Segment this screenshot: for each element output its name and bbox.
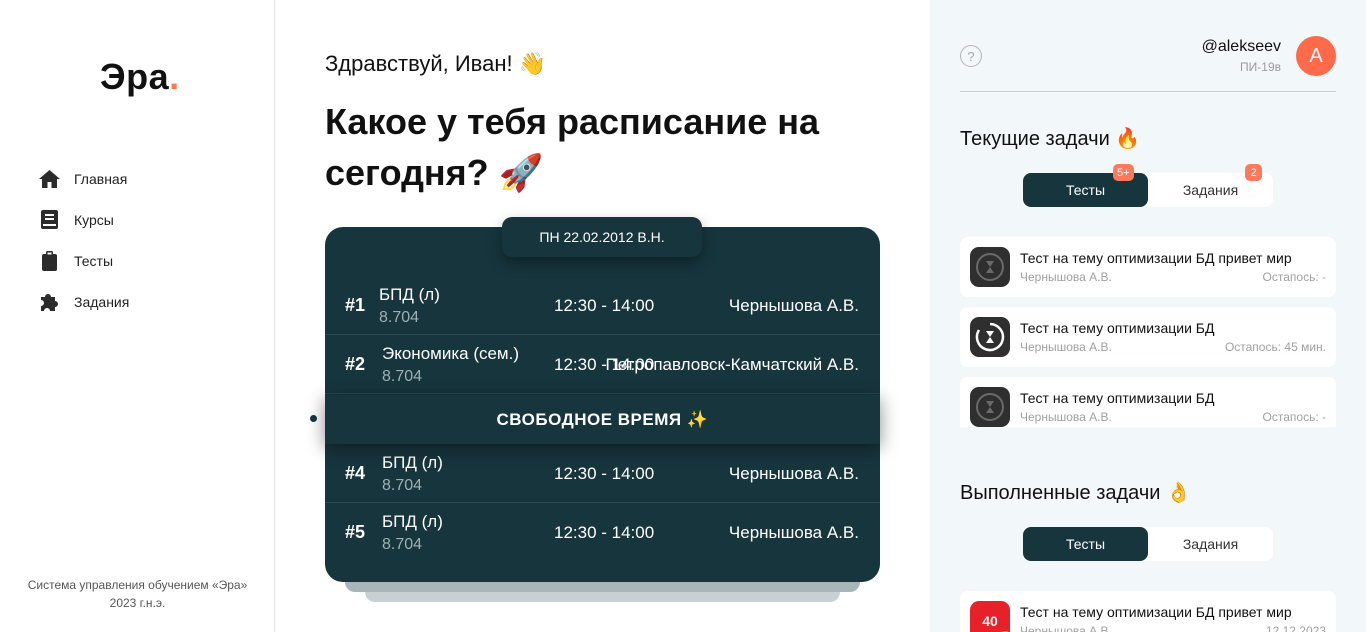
sidebar-item-label: Курсы	[74, 211, 114, 228]
sidebar-item-courses[interactable]: Курсы	[38, 199, 129, 240]
current-tasks-tabs: Тесты 5+ Задания 2	[1023, 164, 1273, 207]
tab-label: Задания	[1182, 536, 1239, 552]
timer-hourglass-icon	[970, 317, 1010, 357]
tab-tasks[interactable]: Задания	[1148, 527, 1273, 561]
lesson-subject: БПД (л)	[382, 453, 443, 472]
tab-tasks[interactable]: Задания 2	[1148, 164, 1273, 207]
task-item[interactable]: Тест на тему оптимизации БД Чернышова А.…	[960, 307, 1336, 367]
task-date: 12.12.2023	[1265, 624, 1326, 632]
schedule-row[interactable]: #5 БПД (л) 8.704 12:30 - 14:00 Чернышова…	[325, 503, 880, 562]
done-tasks-tabs: Тесты Задания	[1023, 527, 1273, 561]
sidebar-item-label: Главная	[74, 170, 128, 187]
current-tasks-title: Текущие задачи 🔥	[960, 128, 1141, 150]
right-panel: ? @alekseev ПИ-19в А Текущие задачи 🔥 Те…	[930, 0, 1366, 632]
user-group: ПИ-19в	[1240, 60, 1281, 74]
tab-label: Тесты	[1065, 536, 1106, 552]
hourglass-icon	[970, 247, 1010, 287]
divider	[960, 91, 1336, 92]
tab-label: Задания	[1182, 182, 1239, 198]
lesson-room: 8.704	[382, 536, 423, 553]
task-teacher: Чернышова А.В.	[1020, 340, 1112, 354]
footer-line: 2023 г.н.э.	[109, 596, 166, 610]
sidebar-nav: Главная Курсы Тесты Задания	[38, 158, 129, 322]
sidebar-item-tests[interactable]: Тесты	[38, 240, 129, 281]
help-icon[interactable]: ?	[960, 45, 982, 67]
score-badge: 40	[970, 601, 1012, 632]
schedule-row[interactable]: #2 Экономика (сем.) 8.704 12:30 - 14:00 …	[325, 335, 880, 394]
task-title: Тест на тему оптимизации БД	[1020, 390, 1215, 406]
sidebar-item-label: Тесты	[74, 252, 114, 269]
task-time-left: Остапось: -	[1262, 410, 1326, 424]
score-value: 40	[982, 613, 998, 629]
tests-count-badge: 5+	[1113, 164, 1134, 181]
sidebar: Эра. Главная Курсы Тесты Задания Система…	[0, 0, 275, 632]
tab-tests[interactable]: Тесты	[1023, 527, 1148, 561]
lesson-teacher: Чернышова А.В.	[728, 295, 859, 315]
lesson-time: 12:30 - 14:00	[554, 522, 655, 542]
lesson-room: 8.704	[382, 477, 423, 494]
logo[interactable]: Эра.	[100, 56, 180, 98]
task-teacher: Чернышова А.В.	[1020, 270, 1112, 284]
puzzle-icon	[38, 291, 60, 313]
lesson-number: #2	[345, 354, 366, 374]
lesson-time: 12:30 - 14:00	[554, 295, 655, 315]
done-tasks-title: Выполненные задачи 👌	[960, 482, 1191, 504]
task-title: Тест на тему оптимизации БД	[1020, 320, 1215, 336]
book-icon	[38, 209, 60, 231]
hourglass-icon	[970, 387, 1010, 427]
task-time-left: Остапось: -	[1262, 270, 1326, 284]
lesson-subject: БПД (л)	[382, 512, 443, 531]
task-time-left: Остапось: 45 мин.	[1224, 340, 1326, 354]
lesson-teacher-line: Камчатский А.В.	[730, 354, 859, 374]
lesson-teacher: Петропавловск- Камчатский А.В.	[606, 335, 859, 394]
lesson-time: 12:30 - 14:00	[554, 463, 655, 483]
sidebar-item-tasks[interactable]: Задания	[38, 281, 129, 322]
sidebar-footer: Система управления обучением «Эра» 2023 …	[0, 576, 275, 612]
footer-line: Система управления обучением «Эра»	[27, 578, 248, 592]
greeting: Здравствуй, Иван! 👋	[325, 51, 547, 76]
sidebar-item-home[interactable]: Главная	[38, 158, 129, 199]
task-item[interactable]: Тест на тему оптимизации БД привет мир Ч…	[960, 237, 1336, 297]
schedule-row[interactable]: #4 БПД (л) 8.704 12:30 - 14:00 Чернышова…	[325, 444, 880, 503]
schedule-row[interactable]: #1 БПД (л) 8.704 12:30 - 14:00 Чернышова…	[325, 276, 880, 335]
done-task-item[interactable]: 40 Тест на тему оптимизации БД привет ми…	[960, 591, 1336, 632]
tab-tests[interactable]: Тесты 5+	[1023, 164, 1148, 207]
lesson-subject: БПД (л)	[379, 285, 440, 304]
home-icon	[38, 168, 60, 190]
lesson-room: 8.704	[379, 309, 420, 326]
lesson-room: 8.704	[382, 368, 423, 385]
lesson-subject: Экономика (сем.)	[382, 344, 520, 363]
current-task-list: Тест на тему оптимизации БД привет мир Ч…	[960, 237, 1336, 427]
logo-text: Эра	[100, 56, 170, 97]
tasks-count-badge: 2	[1245, 164, 1262, 181]
free-time-band: СВОБОДНОЕ ВРЕМЯ ✨	[325, 395, 880, 444]
username: @alekseev	[1201, 38, 1281, 55]
lesson-number: #5	[345, 522, 366, 542]
lesson-teacher: Чернышова А.В.	[728, 522, 859, 542]
clipboard-icon	[38, 250, 60, 272]
task-item[interactable]: Тест на тему оптимизации БД Чернышова А.…	[960, 377, 1336, 427]
task-teacher: Чернышова А.В.	[1020, 410, 1112, 424]
tab-label: Тесты	[1065, 182, 1106, 198]
task-title: Тест на тему оптимизации БД привет мир	[1020, 604, 1292, 620]
avatar[interactable]: А	[1296, 36, 1336, 76]
lesson-teacher-line: Петропавловск-	[605, 354, 731, 374]
lesson-number: #1	[345, 295, 366, 315]
date-label: ПН 22.02.2012 В.Н.	[502, 217, 702, 257]
task-teacher: Чернышова А.В.	[1020, 624, 1112, 632]
task-title: Тест на тему оптимизации БД привет мир	[1020, 250, 1292, 266]
logo-dot: .	[169, 56, 180, 97]
sidebar-item-label: Задания	[74, 293, 130, 310]
done-task-list: 40 Тест на тему оптимизации БД привет ми…	[960, 591, 1336, 632]
main-content: Здравствуй, Иван! 👋 Какое у тебя расписа…	[276, 0, 930, 632]
page-title: Какое у тебя расписание на сегодня? 🚀	[325, 101, 820, 193]
lesson-number: #4	[345, 463, 366, 483]
free-time-dot	[310, 415, 317, 422]
lesson-teacher: Чернышова А.В.	[728, 463, 859, 483]
